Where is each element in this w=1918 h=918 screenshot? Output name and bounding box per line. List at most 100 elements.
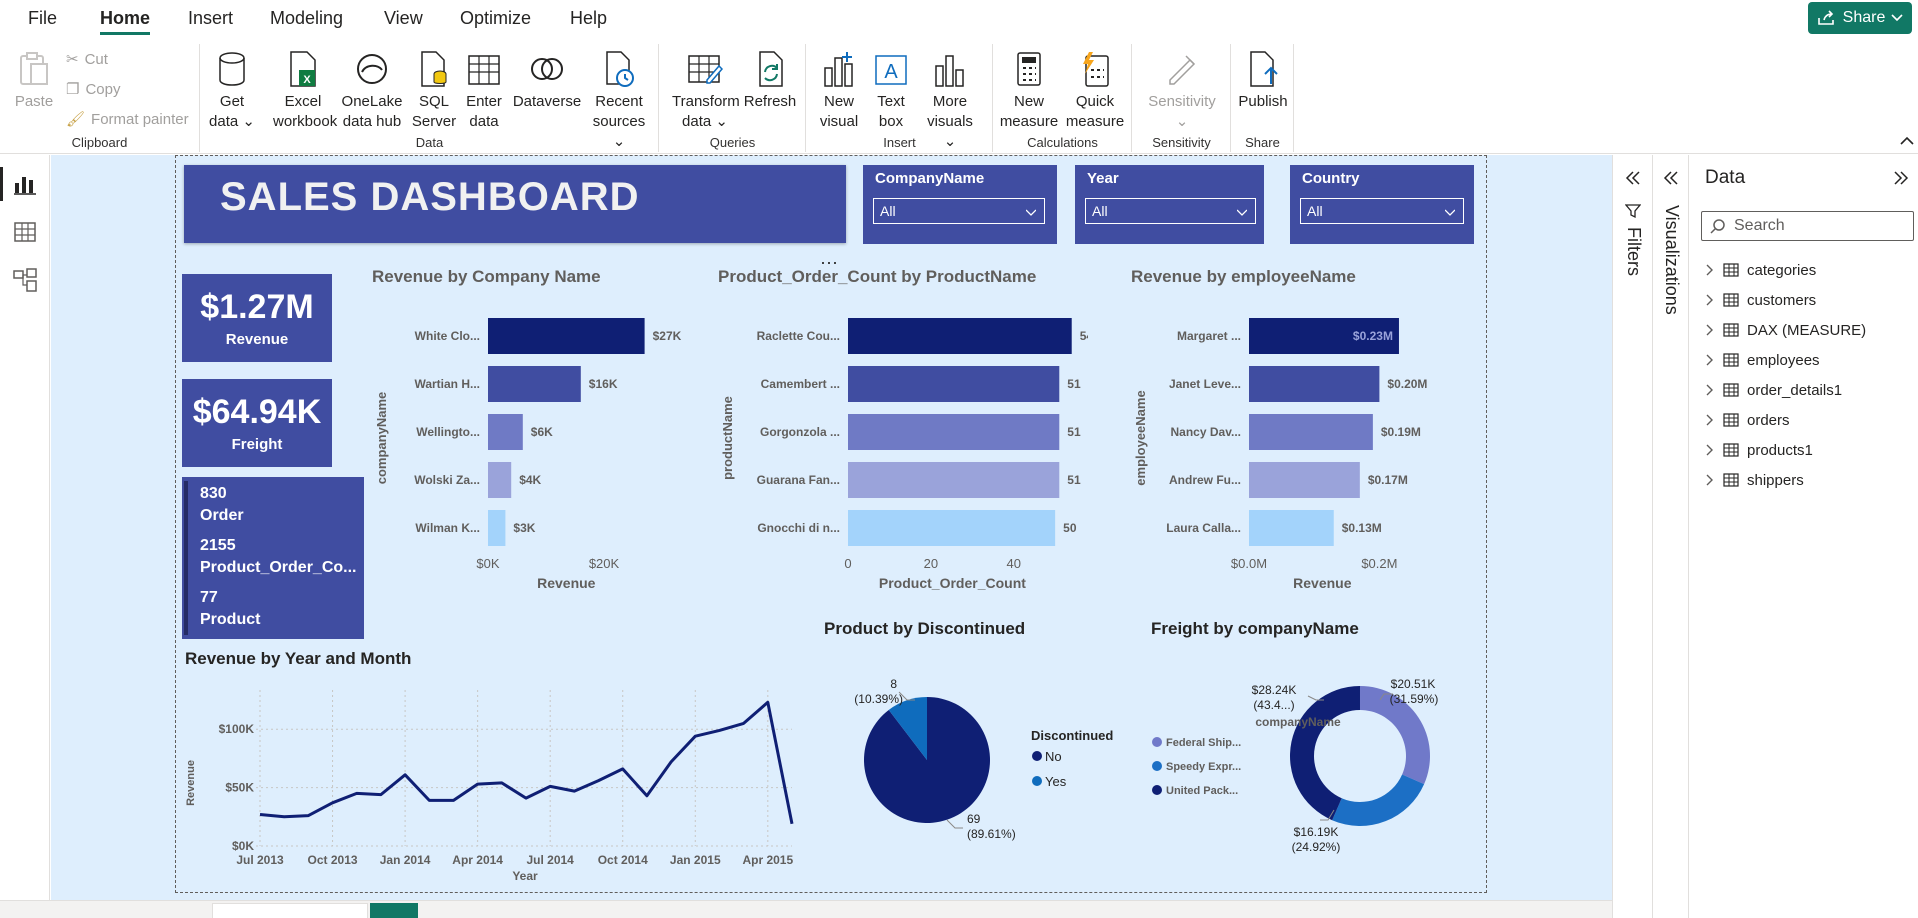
table-item-employees[interactable]: employees xyxy=(1705,349,1820,371)
x-tick-label: $0K xyxy=(476,556,499,571)
data-label-pct: (31.59%) xyxy=(1390,692,1439,706)
slicer-country-dropdown[interactable]: All xyxy=(1300,198,1464,224)
sensitivity-group-label: Sensitivity xyxy=(1152,135,1211,150)
table-view-icon[interactable] xyxy=(12,219,38,245)
dataverse-icon xyxy=(529,50,565,88)
data-label-pct: (89.61%) xyxy=(967,827,1016,841)
collapse-data-pane-icon[interactable] xyxy=(1893,171,1909,185)
search-input[interactable]: Search xyxy=(1701,211,1914,241)
excel-workbook-button[interactable]: X Excel workbook xyxy=(273,50,337,132)
recent-sources-icon xyxy=(601,50,637,88)
new-visual-button[interactable]: New visual xyxy=(813,50,865,132)
bar xyxy=(488,510,506,546)
legend-marker-no xyxy=(1032,751,1042,761)
x-axis-title: Revenue xyxy=(1293,575,1352,591)
revenue-card-label: Revenue xyxy=(225,331,289,348)
format-painter-button[interactable]: 🖌 Format painter xyxy=(66,110,189,129)
table-item-categories[interactable]: categories xyxy=(1705,259,1816,281)
model-view-icon[interactable] xyxy=(12,267,38,293)
slicer-company-dropdown[interactable]: All xyxy=(873,198,1045,224)
freight-card[interactable]: $64.94K Freight xyxy=(182,379,332,467)
y-axis-title: employeeName xyxy=(1133,390,1148,485)
table-item-order-details1[interactable]: order_details1 xyxy=(1705,379,1842,401)
text-box-button[interactable]: A Text box xyxy=(869,50,913,132)
refresh-icon xyxy=(752,50,788,88)
table-icon xyxy=(1723,353,1739,367)
menu-help[interactable]: Help xyxy=(570,8,607,29)
view-switcher xyxy=(0,155,50,918)
slicer-year-dropdown[interactable]: All xyxy=(1085,198,1256,224)
transform-data-button[interactable]: Transform data ⌄ xyxy=(672,50,740,132)
expand-filters-icon[interactable] xyxy=(1625,171,1641,185)
menu-modeling[interactable]: Modeling xyxy=(270,8,343,29)
chevron-down-icon xyxy=(1891,14,1903,22)
calculations-group-label: Calculations xyxy=(1027,135,1098,150)
slicer-country[interactable]: Country All xyxy=(1290,165,1474,244)
category-label: Camembert ... xyxy=(761,377,840,391)
ribbon: Paste ✂ Cut ❐ Copy 🖌 Format painter Clipboa… xyxy=(0,40,1918,154)
x-tick-label: 40 xyxy=(1006,556,1020,571)
refresh-label: Refresh xyxy=(743,93,797,110)
new-measure-button[interactable]: New measure xyxy=(998,50,1060,132)
refresh-button[interactable]: Refresh xyxy=(742,50,798,112)
onelake-button[interactable]: OneLake data hub xyxy=(339,50,405,132)
get-data-button[interactable]: Get data ⌄ xyxy=(209,50,255,132)
legend-label-yes: Yes xyxy=(1045,774,1067,789)
table-item-dax-measure-[interactable]: DAX (MEASURE) xyxy=(1705,319,1866,341)
menu-home[interactable]: Home xyxy=(100,8,150,29)
slicer-company-label: CompanyName xyxy=(875,170,985,187)
revenue-card[interactable]: $1.27M Revenue xyxy=(182,274,332,362)
table-item-products1[interactable]: products1 xyxy=(1705,439,1813,461)
table-item-orders[interactable]: orders xyxy=(1705,409,1790,431)
expand-visualizations-icon[interactable] xyxy=(1663,171,1679,185)
add-page-button[interactable] xyxy=(370,903,418,918)
data-label: $3K xyxy=(513,521,535,535)
freight-by-company-chart[interactable]: companyName Federal Ship... Speedy Expr...… xyxy=(1148,660,1478,860)
filters-label[interactable]: Filters xyxy=(1623,227,1644,276)
menu-file[interactable]: File xyxy=(28,8,57,29)
paste-button[interactable]: Paste xyxy=(14,50,54,112)
slicer-company-name[interactable]: CompanyName All xyxy=(863,165,1057,244)
share-button[interactable]: Share xyxy=(1808,2,1912,34)
menu-view[interactable]: View xyxy=(384,8,423,29)
cut-button[interactable]: ✂ Cut xyxy=(66,50,108,69)
menu-optimize[interactable]: Optimize xyxy=(460,8,531,29)
x-tick-label: 0 xyxy=(844,556,851,571)
bar xyxy=(848,462,1060,498)
data-label: 54 xyxy=(1080,329,1088,343)
transform-label-2: data ⌄ xyxy=(682,113,728,130)
menu-insert[interactable]: Insert xyxy=(188,8,233,29)
dashboard-title-box[interactable]: SALES DASHBOARD xyxy=(184,165,846,243)
sensitivity-button[interactable]: Sensitivity ⌄ xyxy=(1141,50,1223,132)
donut-slice xyxy=(1290,686,1360,821)
table-item-customers[interactable]: customers xyxy=(1705,289,1816,311)
multi-row-card[interactable]: 830 Order 2155 Product_Order_Co... 77 Pr… xyxy=(182,477,364,639)
dataverse-button[interactable]: Dataverse xyxy=(511,50,583,112)
revenue-card-value: $1.27M xyxy=(200,288,314,326)
x-axis-title: Revenue xyxy=(537,575,596,591)
enter-data-button[interactable]: Enter data xyxy=(461,50,507,132)
product-order-count-chart[interactable]: productName Raclette Cou... 54 Camembert ..… xyxy=(718,290,1088,608)
table-item-label: shippers xyxy=(1747,471,1804,489)
revenue-by-year-month-chart[interactable]: $0K $50K $100K Jul 2013 Oct 2013 Jan 2014 Apr … xyxy=(180,670,820,892)
quick-measure-button[interactable]: Quick measure xyxy=(1064,50,1126,132)
sql-server-button[interactable]: SQL Server xyxy=(411,50,457,132)
x-tick-label: Jan 2014 xyxy=(380,853,431,867)
bar xyxy=(488,318,645,354)
chevron-right-icon xyxy=(1706,444,1713,456)
copy-button[interactable]: ❐ Copy xyxy=(66,80,120,99)
category-label: Laura Calla... xyxy=(1166,521,1241,535)
table-item-shippers[interactable]: shippers xyxy=(1705,469,1804,491)
revenue-by-employee-chart[interactable]: employeeName Margaret ... $0.23M Janet Leve… xyxy=(1131,290,1481,608)
scissors-icon: ✂ xyxy=(66,51,79,68)
revenue-by-company-chart[interactable]: companyName White Clo... $27K Wartian H... $… xyxy=(372,290,682,608)
ribbon-group-queries: Transform data ⌄ Refresh Queries xyxy=(660,44,806,152)
product-by-discontinued-chart[interactable]: 8(10.39%) 69(89.61%) Discontinued No Yes xyxy=(835,660,1135,860)
slicer-year[interactable]: Year All xyxy=(1075,165,1264,244)
visualizations-label[interactable]: Visualizations xyxy=(1661,205,1682,315)
collapse-ribbon-icon[interactable] xyxy=(1900,136,1914,146)
report-view-icon[interactable] xyxy=(12,171,38,197)
ribbon-group-clipboard: Paste ✂ Cut ❐ Copy 🖌 Format painter Clipboa… xyxy=(0,44,200,152)
publish-button[interactable]: Publish xyxy=(1234,50,1292,112)
page-tab-active[interactable] xyxy=(212,903,368,918)
